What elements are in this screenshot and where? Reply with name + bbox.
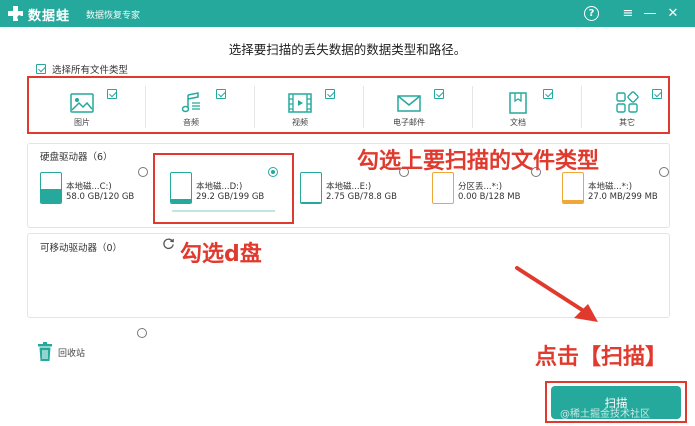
file-type-label: 视频 <box>292 118 308 127</box>
file-type-label: 文档 <box>510 118 526 127</box>
file-type-label: 音频 <box>183 118 199 127</box>
drive-size: 0.00 B/128 MB <box>458 192 521 202</box>
drive-local-star[interactable]: 本地磁...*:) 27.0 MB/299 MB <box>562 172 666 232</box>
app-name: 数据蛙 <box>28 9 71 24</box>
file-type-other[interactable]: 其它 <box>586 84 686 130</box>
file-type-email[interactable]: 电子邮件 <box>368 84 468 130</box>
annotation-arrow-icon <box>515 266 598 322</box>
annotation-select-types: 勾选上要扫描的文件类型 <box>357 149 600 174</box>
drive-size: 2.75 GB/78.8 GB <box>326 192 397 202</box>
annotation-box-drive-d <box>153 153 294 224</box>
file-types-panel: 图片 音频 视频 电子邮件 文档 其它 <box>27 76 670 134</box>
minimize-button[interactable]: — <box>641 4 659 22</box>
document-icon <box>509 92 527 114</box>
drive-c[interactable]: 本地磁...C:) 58.0 GB/120 GB <box>40 172 150 232</box>
drive-name: 本地磁...C:) <box>66 182 112 192</box>
recycle-bin-label: 回收站 <box>58 348 86 359</box>
divider <box>581 86 582 128</box>
drive-icon <box>562 172 584 204</box>
drive-icon <box>40 172 62 204</box>
hard-drive-title: 硬盘驱动器（6） <box>40 152 113 163</box>
drive-lost-partition[interactable]: 分区丢...*:) 0.00 B/128 MB <box>432 172 542 232</box>
file-type-label: 其它 <box>619 118 635 127</box>
select-all-check-icon[interactable] <box>36 64 46 74</box>
file-type-label: 电子邮件 <box>393 118 425 127</box>
annotation-click-scan: 点击【扫描】 <box>535 345 668 370</box>
divider <box>472 86 473 128</box>
removable-radio[interactable] <box>137 328 147 338</box>
title-bar: 数据蛙 数据恢复专家 ? ≡ — ✕ <box>0 0 695 27</box>
watermark: @稀土掘金技术社区 <box>560 409 650 420</box>
file-type-label: 图片 <box>74 118 90 127</box>
document-checkbox[interactable] <box>543 89 553 99</box>
video-checkbox[interactable] <box>325 89 335 99</box>
select-all-label: 选择所有文件类型 <box>52 65 129 76</box>
drive-size: 27.0 MB/299 MB <box>588 192 658 202</box>
app-window: 数据蛙 数据恢复专家 ? ≡ — ✕ 选择要扫描的丢失数据的数据类型和路径。 选… <box>0 0 695 426</box>
drive-icon <box>300 172 322 204</box>
removable-drive-title: 可移动驱动器（0） <box>40 243 123 254</box>
drive-c-radio[interactable] <box>138 167 148 177</box>
grid-shapes-icon <box>616 91 639 113</box>
drive-e[interactable]: 本地磁...E:) 2.75 GB/78.8 GB <box>300 172 410 232</box>
envelope-icon <box>397 95 421 112</box>
divider <box>363 86 364 128</box>
drive-size: 58.0 GB/120 GB <box>66 192 135 202</box>
close-button[interactable]: ✕ <box>664 4 682 22</box>
drive-name: 分区丢...*:) <box>458 182 503 192</box>
annotation-select-d: 勾选d盘 <box>180 242 262 267</box>
image-icon <box>70 93 94 113</box>
file-type-audio[interactable]: 音频 <box>150 84 250 130</box>
audio-checkbox[interactable] <box>216 89 226 99</box>
file-type-image[interactable]: 图片 <box>41 84 141 130</box>
logo-icon <box>8 6 23 21</box>
drive-name: 本地磁...*:) <box>588 182 633 192</box>
image-checkbox[interactable] <box>107 89 117 99</box>
drive-name: 本地磁...E:) <box>326 182 372 192</box>
app-subtitle: 数据恢复专家 <box>86 11 141 21</box>
trash-icon <box>38 342 52 361</box>
drive-icon <box>432 172 454 204</box>
other-checkbox[interactable] <box>652 89 662 99</box>
drive-local-star-radio[interactable] <box>659 167 669 177</box>
divider <box>254 86 255 128</box>
music-note-icon <box>181 92 200 113</box>
file-type-video[interactable]: 视频 <box>259 84 359 130</box>
divider <box>145 86 146 128</box>
email-checkbox[interactable] <box>434 89 444 99</box>
film-icon <box>288 93 312 113</box>
select-all-checkbox[interactable]: 选择所有文件类型 <box>36 62 128 76</box>
menu-button[interactable]: ≡ <box>619 4 637 22</box>
help-button[interactable]: ? <box>584 6 599 21</box>
page-heading: 选择要扫描的丢失数据的数据类型和路径。 <box>228 42 467 57</box>
file-type-document[interactable]: 文档 <box>477 84 577 130</box>
refresh-icon[interactable] <box>162 237 175 250</box>
recycle-bin[interactable]: 回收站 <box>37 342 85 362</box>
